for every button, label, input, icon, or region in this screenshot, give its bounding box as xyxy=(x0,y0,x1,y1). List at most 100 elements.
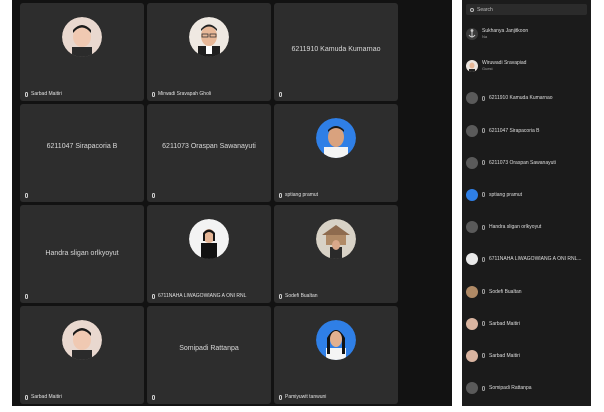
mic-icon xyxy=(279,192,282,198)
mic-icon xyxy=(482,321,485,327)
video-tile[interactable]: sptiang pramut xyxy=(274,104,398,202)
participant-text: Wiruwadi Sravapiad Guest xyxy=(482,60,526,72)
tile-caption: Sarbad Maitiri xyxy=(25,394,139,400)
mic-icon xyxy=(482,192,485,198)
video-tile[interactable]: 6211073 Oraspan Sawanayuti xyxy=(147,104,271,202)
participant-row[interactable]: sptiang pramut xyxy=(466,187,589,203)
avatar xyxy=(466,285,478,298)
participant-name: 6211073 Oraspan Sawanayuti xyxy=(489,159,556,166)
participant-row[interactable]: 6211073 Oraspan Sawanayuti xyxy=(466,155,589,171)
avatar xyxy=(466,60,478,73)
participant-row[interactable]: Sarbad Maitiri xyxy=(466,316,589,332)
tile-center-name: 6211073 Oraspan Sawanayuti xyxy=(162,143,256,150)
video-stage: Sarbad Maitiri Mirwadi Sravapah Gholi 62… xyxy=(12,0,452,406)
mic-icon xyxy=(279,293,282,299)
participant-row[interactable]: Somipadi Rattanpa xyxy=(466,380,589,396)
participant-name: Sarbad Maitiri xyxy=(489,320,520,327)
mic-icon xyxy=(25,91,28,97)
participant-row[interactable]: 6711NAHA LIWAGOWIANG A ONI RNL... xyxy=(466,251,589,267)
participant-name: sptiang pramut xyxy=(489,191,523,198)
search-box[interactable]: Search xyxy=(466,4,587,15)
participant-photo xyxy=(62,320,102,360)
mic-icon xyxy=(279,92,282,97)
participant-row[interactable]: Sukhanya Janjitkoon Na xyxy=(466,26,589,42)
mic-icon xyxy=(279,394,282,400)
participant-sub: Na xyxy=(482,34,488,39)
tile-name: sptiang pramut xyxy=(285,192,319,198)
participant-photo xyxy=(189,219,229,259)
participants-panel: Search Sukhanya Janjitkoon Na Wiruwadi S… xyxy=(462,0,591,406)
tile-caption xyxy=(152,395,266,400)
participant-row[interactable]: Sarbad Maitiri xyxy=(466,348,589,364)
search-icon xyxy=(470,7,474,12)
tile-center-name: Somipadi Rattanpa xyxy=(179,345,239,352)
mic-icon xyxy=(25,294,28,299)
search-placeholder: Search xyxy=(477,6,493,13)
video-tile[interactable]: Sodefi Bualtan xyxy=(274,205,398,303)
participant-row[interactable]: Wiruwadi Sravapiad Guest xyxy=(466,58,589,74)
video-tile[interactable]: Sarbad Maitiri xyxy=(20,306,144,404)
tile-caption: Pamiyuwit tanwuni xyxy=(279,394,393,400)
avatar xyxy=(466,221,478,234)
mic-icon xyxy=(152,395,155,400)
participant-name: 6711NAHA LIWAGOWIANG A ONI RNL... xyxy=(489,256,582,263)
tile-caption: sptiang pramut xyxy=(279,192,393,198)
mic-icon xyxy=(152,193,155,198)
participant-name: Sarbad Maitiri xyxy=(489,352,520,359)
participant-photo xyxy=(316,118,356,158)
tile-name: Sarbad Maitiri xyxy=(31,394,62,400)
video-tile[interactable]: Mirwadi Sravapah Gholi xyxy=(147,3,271,101)
tile-center-name: 6211047 Sirapacoria B xyxy=(46,143,118,150)
tile-caption: Mirwadi Sravapah Gholi xyxy=(152,91,266,97)
participant-row[interactable]: 6211910 Kamuda Kumarnao xyxy=(466,90,589,106)
video-grid: Sarbad Maitiri Mirwadi Sravapah Gholi 62… xyxy=(20,3,398,404)
participant-name: 6211910 Kamuda Kumarnao xyxy=(489,95,553,102)
participant-photo xyxy=(316,320,356,360)
participant-photo xyxy=(316,219,356,259)
video-tile[interactable]: Somipadi Rattanpa xyxy=(147,306,271,404)
mic-icon xyxy=(482,95,485,101)
avatar xyxy=(466,349,478,362)
video-tile[interactable]: 6211047 Sirapacoria B xyxy=(20,104,144,202)
video-tile[interactable]: 6711NAHA LIWAGOWIANG A ONI RNL xyxy=(147,205,271,303)
tile-name: 6711NAHA LIWAGOWIANG A ONI RNL xyxy=(158,293,247,299)
tile-caption xyxy=(25,193,139,198)
tile-name: Mirwadi Sravapah Gholi xyxy=(158,91,212,97)
mic-icon xyxy=(482,289,485,294)
tile-caption xyxy=(279,92,393,97)
mic-icon xyxy=(152,293,155,299)
mic-icon xyxy=(482,385,485,391)
mic-icon xyxy=(25,394,28,400)
mic-icon xyxy=(152,91,155,97)
participant-row[interactable]: Sodefi Bualtan xyxy=(466,284,589,300)
tile-caption: 6711NAHA LIWAGOWIANG A ONI RNL xyxy=(152,293,266,299)
mic-icon xyxy=(482,224,485,230)
avatar xyxy=(466,124,478,137)
tile-center-name: 6211910 Kamuda Kumarnao xyxy=(291,46,381,53)
video-tile[interactable]: Sarbad Maitiri xyxy=(20,3,144,101)
participant-name: Somipadi Rattanpa xyxy=(489,385,532,392)
participant-name: Handra sligan orlkyoyut xyxy=(489,224,542,231)
tile-caption: Sarbad Maitiri xyxy=(25,91,139,97)
participant-text: Sukhanya Janjitkoon Na xyxy=(482,28,528,40)
avatar xyxy=(466,317,478,330)
video-tile[interactable]: Pamiyuwit tanwuni xyxy=(274,306,398,404)
participant-name: 6211047 Sirapacoria B xyxy=(489,127,540,134)
tile-center-name: Handra sligan orlkyoyut xyxy=(45,250,119,257)
avatar xyxy=(466,156,478,169)
participant-photo xyxy=(189,17,229,57)
participant-row[interactable]: 6211047 Sirapacoria B xyxy=(466,123,589,139)
video-tile[interactable]: 6211910 Kamuda Kumarnao xyxy=(274,3,398,101)
mic-icon xyxy=(482,160,485,166)
tile-caption: Sodefi Bualtan xyxy=(279,293,393,299)
anchor-icon xyxy=(466,28,478,40)
participant-list: Sukhanya Janjitkoon Na Wiruwadi Sravapia… xyxy=(466,26,589,412)
avatar xyxy=(466,253,478,266)
participant-row[interactable]: Handra sligan orlkyoyut xyxy=(466,219,589,235)
tile-name: Sarbad Maitiri xyxy=(31,91,62,97)
video-tile[interactable]: Handra sligan orlkyoyut xyxy=(20,205,144,303)
mic-icon xyxy=(25,193,28,198)
participant-sub: Guest xyxy=(482,66,493,72)
participant-name: Sodefi Bualtan xyxy=(489,288,522,295)
tile-name: Sodefi Bualtan xyxy=(285,293,318,299)
